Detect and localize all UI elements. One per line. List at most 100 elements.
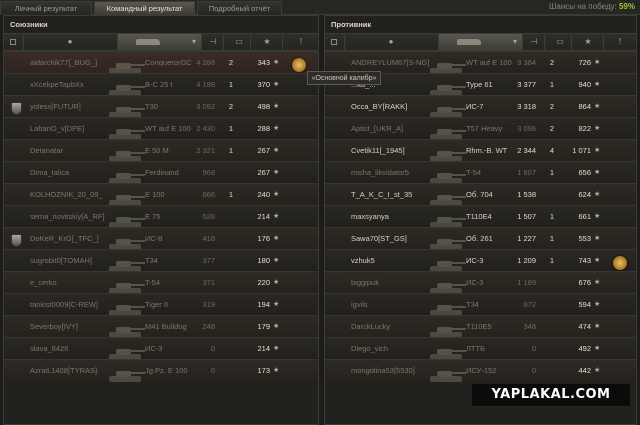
- medal-icon[interactable]: [292, 58, 306, 72]
- xp-value: 176: [257, 234, 270, 243]
- star-icon: ★: [273, 235, 280, 242]
- tank-name: T-54: [145, 278, 161, 287]
- tank-silhouette-icon: [427, 366, 467, 384]
- header-frags[interactable]: ▭: [224, 34, 251, 50]
- damage-value: 2 344: [517, 146, 536, 155]
- damage-value: 3 377: [517, 80, 536, 89]
- damage-value: 2 430: [196, 124, 215, 133]
- table-row[interactable]: vzhuk5 ИС-3 1 209 1 743 ★: [325, 249, 636, 272]
- star-icon: ★: [273, 125, 280, 132]
- frags-value: 1: [549, 212, 555, 221]
- damage-value: 377: [202, 256, 215, 265]
- frags-value: 1: [549, 256, 555, 265]
- xp-value: 194: [257, 300, 270, 309]
- table-row[interactable]: aidarchik77[_BUG_] ConquerorGC 4 288 2 343 ★: [4, 51, 318, 74]
- table-row[interactable]: tankist0009[C-REW] Tiger II 319 194 ★: [4, 293, 318, 316]
- damage-value: 348: [523, 322, 536, 331]
- table-row[interactable]: Detanatar E 50 M 2 321 1 267 ★: [4, 139, 318, 162]
- star-icon: ★: [273, 345, 280, 352]
- player-name: Cvetik11[_1945]: [351, 146, 405, 155]
- damage-value: 0: [210, 366, 215, 375]
- table-row[interactable]: Cvetik11[_1945] Rhm.-B. WT 2 344 4 1 071 ★: [325, 139, 636, 162]
- table-row[interactable]: Dima_talica Ferdinand 968 267 ★: [4, 161, 318, 184]
- tank-name: ИС-3: [145, 344, 163, 353]
- damage-value: 1 507: [517, 212, 536, 221]
- star-icon: ★: [594, 147, 601, 154]
- header-player[interactable]: ●: [345, 34, 439, 50]
- header-tank[interactable]: ▾: [439, 34, 523, 50]
- player-name: Severboy[IVY]: [30, 322, 78, 331]
- header-damage[interactable]: ⊣: [202, 34, 224, 50]
- tab-detailed-report[interactable]: Подробный отчёт: [197, 1, 282, 15]
- table-row[interactable]: Dlego_vich ЛТТБ 0 492 ★: [325, 337, 636, 360]
- xp-value: 656: [578, 168, 591, 177]
- squad-badge-icon: [11, 234, 22, 247]
- table-row[interactable]: xXcekpeTapbXx B-C 25 t 4 188 1 370 ★: [4, 73, 318, 96]
- star-icon: ★: [273, 279, 280, 286]
- table-row[interactable]: LabanO_v[DPE] WT auf E 100 2 430 1 288 ★: [4, 117, 318, 140]
- star-icon: ★: [273, 59, 280, 66]
- player-name: misha_likvidator5: [351, 168, 409, 177]
- frags-icon: ▭: [235, 37, 243, 46]
- xp-value: 214: [257, 212, 270, 221]
- xp-value: 474: [578, 322, 591, 331]
- tank-name: E 50 M: [145, 146, 169, 155]
- header-damage[interactable]: ⊣: [523, 34, 545, 50]
- tab-team-result[interactable]: Командный результат: [94, 1, 195, 15]
- player-name: Aptist_[UKR_A]: [351, 124, 404, 133]
- star-icon: ★: [273, 147, 280, 154]
- player-name: Sawa70[ST_GS]: [351, 234, 407, 243]
- header-player[interactable]: ●: [24, 34, 118, 50]
- frags-value: 1: [549, 168, 555, 177]
- table-row[interactable]: DoKeR_KrG[_TFC_] ИС-8 418 176 ★: [4, 227, 318, 250]
- table-row[interactable]: Aptist_[UKR_A] T57 Heavy 3 096 2 822 ★: [325, 117, 636, 140]
- table-row[interactable]: slava_8426 ИС-3 0 214 ★: [4, 337, 318, 360]
- table-row[interactable]: biggipuk ИС-3 1 189 676 ★: [325, 271, 636, 294]
- table-row[interactable]: yoless[FUTUR] T30 3 092 2 498 ★: [4, 95, 318, 118]
- table-row[interactable]: maxsyanya T110E4 1 507 1 661 ★: [325, 205, 636, 228]
- player-name: biggipuk: [351, 278, 379, 287]
- sort-down-icon: ▾: [191, 37, 196, 46]
- header-squad[interactable]: [4, 34, 24, 50]
- table-row[interactable]: sugrobit0[TOMAH] T34 377 180 ★: [4, 249, 318, 272]
- damage-icon: ⊣: [209, 37, 217, 46]
- xp-value: 940: [578, 80, 591, 89]
- xp-value: 214: [257, 344, 270, 353]
- star-icon: ★: [594, 169, 601, 176]
- medal-tooltip: «Основной калибр»: [307, 71, 381, 85]
- table-row[interactable]: Sawa70[ST_GS] Об. 261 1 227 1 553 ★: [325, 227, 636, 250]
- damage-value: 1 209: [517, 256, 536, 265]
- table-row[interactable]: e_cerko T-54 371 220 ★: [4, 271, 318, 294]
- header-tank[interactable]: ▾: [118, 34, 202, 50]
- header-medal[interactable]: !: [283, 34, 319, 50]
- xp-value: 676: [578, 278, 591, 287]
- player-name: sema_novitskiy[A_RF]: [30, 212, 105, 221]
- table-row[interactable]: AzraiL1408[TYRAS] Jg.Pz. E 100 0 173 ★: [4, 359, 318, 382]
- table-row[interactable]: ANDREYLUM67[S-NG] WT auf E 100 3 384 2 726 ★: [325, 51, 636, 74]
- player-name: vzhuk5: [351, 256, 375, 265]
- star-icon: ★: [263, 37, 271, 46]
- header-xp[interactable]: ★: [572, 34, 604, 50]
- header-frags[interactable]: ▭: [545, 34, 572, 50]
- table-row[interactable]: igvils T34 872 594 ★: [325, 293, 636, 316]
- header-medal[interactable]: !: [604, 34, 637, 50]
- table-row[interactable]: DarckLucky T110E5 348 474 ★: [325, 315, 636, 338]
- table-row[interactable]: Severboy[IVY] M41 Bulldog 248 179 ★: [4, 315, 318, 338]
- tab-personal-result[interactable]: Личный результат: [0, 1, 92, 15]
- table-row[interactable]: sema_novitskiy[A_RF] E 75 528 214 ★: [4, 205, 318, 228]
- star-icon: ★: [594, 235, 601, 242]
- table-row[interactable]: mongolina53[5530] ИСУ-152 0 442 ★: [325, 359, 636, 384]
- table-row[interactable]: T_A_K_C_I_st_35 Об. 704 1 538 624 ★: [325, 183, 636, 206]
- squad-icon: [331, 39, 337, 45]
- medal-icon[interactable]: [613, 256, 627, 270]
- header-xp[interactable]: ★: [251, 34, 283, 50]
- header-squad[interactable]: [325, 34, 345, 50]
- tank-name: T-54: [466, 168, 482, 177]
- win-chance-label: Шансы на победу:: [549, 2, 617, 11]
- table-row[interactable]: KOLHOZNIK_20_09_ E 100 666 1 240 ★: [4, 183, 318, 206]
- player-name: Dlego_vich: [351, 344, 389, 353]
- table-row[interactable]: misha_likvidator5 T-54 1 607 1 656 ★: [325, 161, 636, 184]
- table-row[interactable]: Occa_BY[RAKK] ИС-7 3 318 2 864 ★: [325, 95, 636, 118]
- damage-value: 0: [531, 366, 536, 375]
- sort-down-icon: ▾: [512, 37, 517, 46]
